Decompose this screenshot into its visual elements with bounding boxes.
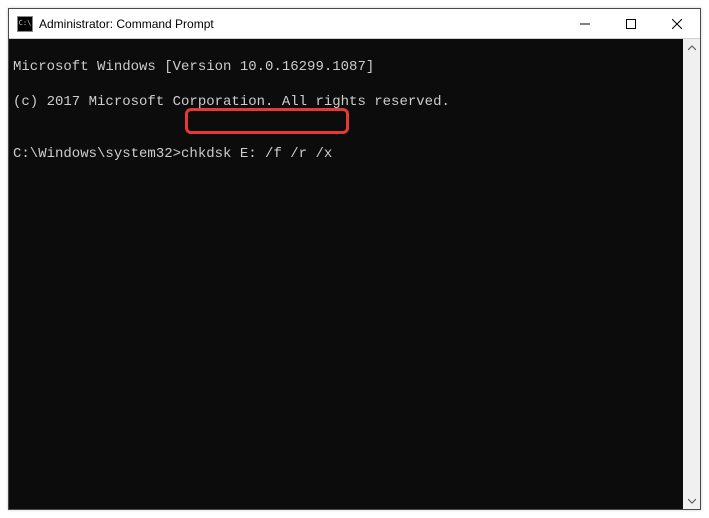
scroll-down-button[interactable] (683, 492, 700, 509)
minimize-icon (580, 19, 590, 29)
command-prompt-window: C:\ Administrator: Command Prompt Micros… (8, 8, 701, 510)
close-button[interactable] (654, 9, 700, 38)
console-prompt-line: C:\Windows\system32>chkdsk E: /f /r /x (13, 146, 679, 164)
window-title: Administrator: Command Prompt (39, 17, 562, 31)
minimize-button[interactable] (562, 9, 608, 38)
window-controls (562, 9, 700, 38)
console-line-copyright: (c) 2017 Microsoft Corporation. All righ… (13, 94, 679, 112)
console-area[interactable]: Microsoft Windows [Version 10.0.16299.10… (9, 39, 700, 509)
console-prompt: C:\Windows\system32> (13, 146, 181, 162)
console-content: Microsoft Windows [Version 10.0.16299.10… (9, 39, 683, 509)
console-line-version: Microsoft Windows [Version 10.0.16299.10… (13, 59, 679, 77)
vertical-scrollbar[interactable] (683, 39, 700, 509)
chevron-down-icon (688, 497, 696, 505)
maximize-button[interactable] (608, 9, 654, 38)
close-icon (672, 19, 682, 29)
chevron-up-icon (688, 44, 696, 52)
console-command: chkdsk E: /f /r /x (181, 146, 332, 162)
maximize-icon (626, 19, 636, 29)
titlebar[interactable]: C:\ Administrator: Command Prompt (9, 9, 700, 39)
scroll-up-button[interactable] (683, 39, 700, 56)
scroll-track[interactable] (683, 56, 700, 492)
cmd-icon: C:\ (17, 16, 33, 32)
